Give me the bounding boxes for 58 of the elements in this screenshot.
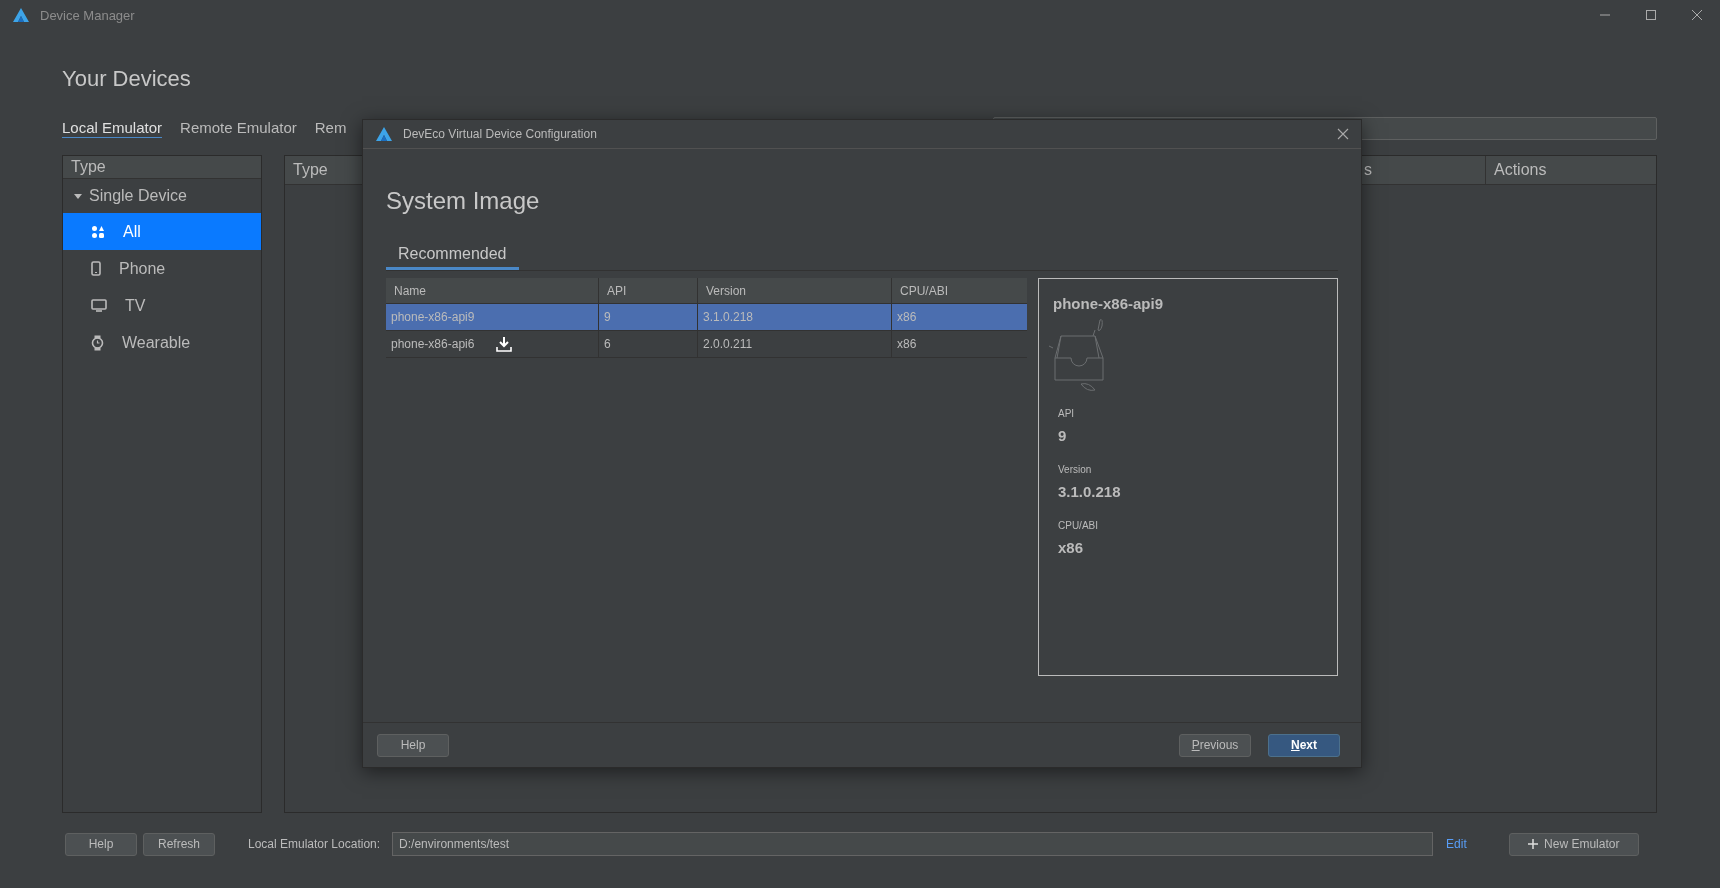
column-header: API: [598, 278, 697, 303]
edit-link[interactable]: Edit: [1446, 837, 1467, 851]
table-cell: phone-x86-api6: [391, 337, 475, 351]
field-label: Version: [1058, 464, 1093, 475]
table-cell: 9: [604, 310, 611, 324]
tab[interactable]: Remote Emulator: [180, 118, 297, 138]
column-header: CPU/ABI: [891, 278, 1027, 303]
group-toggle[interactable]: Single Device: [63, 179, 261, 213]
dialog-button[interactable]: Help: [377, 733, 449, 757]
table-cell: phone-x86-api9: [391, 310, 475, 324]
sidebar-item[interactable]: TV: [63, 287, 261, 324]
dialog-close-button[interactable]: [1337, 128, 1349, 140]
dialog-button[interactable]: Previous: [1179, 733, 1251, 757]
column-header: Version: [697, 278, 891, 303]
field-value: 9: [1058, 427, 1068, 444]
location-label: Local Emulator Location:: [248, 837, 381, 851]
maximize-icon: [1645, 9, 1657, 21]
footer-button[interactable]: Refresh: [143, 832, 215, 856]
column-header: Actions: [1485, 156, 1656, 184]
logo-icon: [375, 126, 393, 142]
location-field[interactable]: D:/environments/test: [392, 832, 1434, 856]
sidebar-item[interactable]: Phone: [63, 250, 261, 287]
close-icon: [1691, 9, 1703, 21]
sidebar-item[interactable]: Wearable: [63, 324, 261, 361]
field-label: CPU/ABI: [1058, 520, 1099, 531]
table-cell: x86: [897, 337, 917, 351]
tab[interactable]: Recommended: [386, 241, 519, 270]
table-row[interactable]: phone-x86-api6 6 2.0.0.211 x86: [386, 331, 1027, 358]
window-title: Device Manager: [40, 7, 135, 23]
dialog-button[interactable]: Next: [1268, 733, 1340, 757]
watch-icon: [91, 334, 104, 351]
details-title: phone-x86-api9: [1053, 295, 1165, 312]
tab[interactable]: Local Emulator: [62, 118, 163, 138]
monitor-icon: [91, 299, 107, 312]
dialog-title: DevEco Virtual Device Configuration: [403, 127, 597, 141]
field-value: 3.1.0.218: [1058, 483, 1122, 500]
shapes-icon: [91, 224, 105, 239]
column-header: Type: [63, 156, 261, 179]
column-header: Type: [292, 160, 329, 180]
table-cell: 3.1.0.218: [703, 310, 754, 324]
caret-icon: [73, 191, 83, 201]
new-emulator-button[interactable]: New Emulator: [1508, 832, 1639, 856]
plus-icon: [1528, 839, 1539, 849]
download-icon[interactable]: [496, 336, 513, 352]
tab[interactable]: Rem: [314, 118, 347, 138]
sidebar-item[interactable]: All: [63, 213, 261, 250]
footer-button[interactable]: Help: [65, 832, 137, 856]
dialog-heading: System Image: [386, 187, 541, 215]
field-value: x86: [1058, 539, 1085, 556]
table-cell: 2.0.0.211: [703, 337, 753, 351]
column-header: Name: [393, 282, 427, 300]
logo-icon: [12, 7, 30, 23]
table-cell: x86: [897, 310, 917, 324]
close-icon: [1337, 128, 1349, 140]
field-label: API: [1058, 408, 1076, 419]
phone-icon: [91, 261, 101, 276]
table-cell: 6: [604, 337, 611, 351]
page-heading: Your Devices: [62, 66, 192, 93]
